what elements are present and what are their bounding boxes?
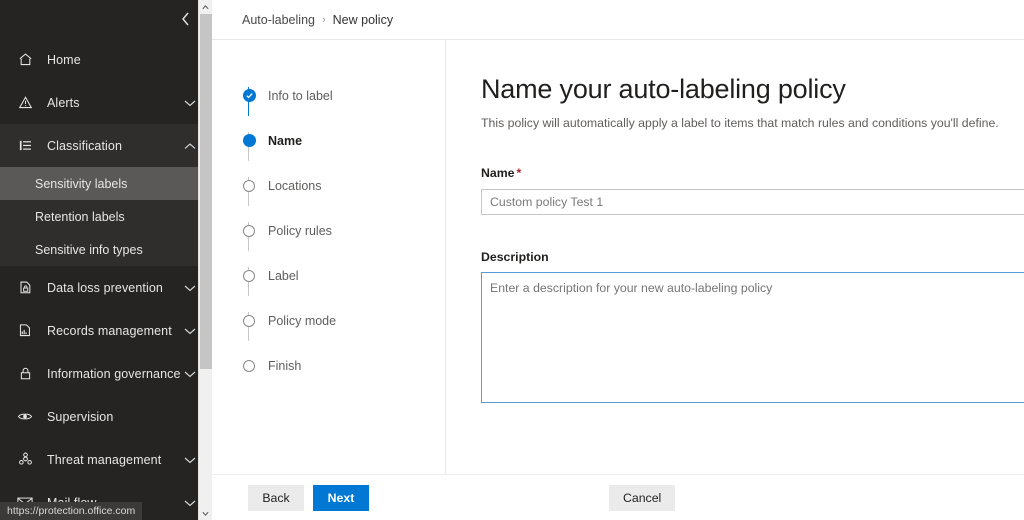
chevron-down-icon[interactable]	[182, 95, 198, 111]
name-field-group: Name *	[481, 164, 1024, 216]
name-input[interactable]	[481, 189, 1024, 216]
sidebar-collapse-row	[0, 0, 212, 38]
content-panel: Name your auto-labeling policy This poli…	[446, 40, 1024, 520]
sidebar-item-label: Records management	[47, 323, 172, 338]
wizard-step-label: Name	[268, 133, 303, 148]
wizard-step-label: Finish	[268, 358, 302, 373]
wizard-step-name[interactable]: Name	[212, 118, 445, 163]
sidebar-item-supervision[interactable]: Supervision	[0, 395, 212, 438]
breadcrumb: Auto-labeling › New policy	[212, 0, 1024, 40]
chevron-up-icon[interactable]	[182, 138, 198, 154]
chevron-left-icon[interactable]	[174, 8, 196, 30]
scroll-down-arrow-icon[interactable]	[199, 506, 212, 520]
chevron-down-icon[interactable]	[182, 452, 198, 468]
wizard-step-label: Policy mode	[268, 313, 337, 328]
chevron-down-icon[interactable]	[182, 323, 198, 339]
sidebar-item-label: Data loss prevention	[47, 280, 163, 295]
scroll-up-arrow-icon[interactable]	[199, 0, 212, 14]
sidebar-item-information-governance[interactable]: Information governance	[0, 352, 212, 395]
wizard-step-label: Info to label	[268, 88, 333, 103]
sidebar-item-alerts[interactable]: Alerts	[0, 81, 212, 124]
sidebar-scrollbar[interactable]	[198, 0, 212, 520]
sidebar-scrollbar-thumb[interactable]	[200, 14, 212, 369]
wizard-step-locations[interactable]: Locations	[212, 163, 445, 208]
sidebar-item-label: Supervision	[47, 409, 114, 424]
sidebar-item-label: Classification	[47, 138, 123, 153]
back-button[interactable]: Back	[248, 484, 304, 511]
chevron-down-icon[interactable]	[182, 280, 198, 296]
wizard-footer: Back Next Cancel	[212, 475, 1024, 520]
wizard-step-label[interactable]: Label	[212, 253, 445, 298]
sidebar-subitem-label: Retention labels	[35, 209, 125, 224]
classification-list-icon	[14, 138, 36, 153]
step-current-icon	[242, 134, 256, 148]
sidebar-item-data-loss-prevention[interactable]: Data loss prevention	[0, 266, 212, 309]
sidebar-item-threat-management[interactable]: Threat management	[0, 438, 212, 481]
step-pending-icon	[242, 314, 256, 328]
records-document-icon	[14, 323, 36, 338]
sidebar-subitem-sensitive-info-types[interactable]: Sensitive info types	[0, 233, 212, 266]
app-root: Home Alerts Classification Sensitivity l…	[0, 0, 1024, 520]
wizard-step-label: Policy rules	[268, 223, 332, 238]
step-pending-icon	[242, 269, 256, 283]
step-pending-icon	[242, 179, 256, 193]
sidebar-subitem-label: Sensitive info types	[35, 242, 143, 257]
sidebar-item-label: Alerts	[47, 95, 80, 110]
padlock-icon	[14, 366, 36, 381]
cancel-button[interactable]: Cancel	[609, 484, 676, 511]
wizard-step-policy-mode[interactable]: Policy mode	[212, 298, 445, 343]
sidebar-subitem-retention-labels[interactable]: Retention labels	[0, 200, 212, 233]
description-field-group: Description	[481, 250, 1024, 408]
alert-triangle-icon	[14, 95, 36, 110]
description-textarea[interactable]	[481, 272, 1024, 404]
next-button[interactable]: Next	[313, 484, 369, 511]
wizard-step-policy-rules[interactable]: Policy rules	[212, 208, 445, 253]
page-title: Name your auto-labeling policy	[481, 74, 846, 104]
sidebar: Home Alerts Classification Sensitivity l…	[0, 0, 212, 520]
document-lock-icon	[14, 280, 36, 295]
step-pending-icon	[242, 359, 256, 373]
sidebar-subitem-label: Sensitivity labels	[35, 176, 128, 191]
sidebar-item-label: Threat management	[47, 452, 162, 467]
breadcrumb-current: New policy	[332, 12, 394, 27]
status-bar-url: https://protection.office.com	[0, 502, 143, 520]
sidebar-subitem-sensitivity-labels[interactable]: Sensitivity labels	[0, 167, 212, 200]
body-area: Info to label Name Locations Policy rule…	[212, 40, 1024, 520]
name-field-label: Name *	[481, 166, 522, 181]
sidebar-item-records-management[interactable]: Records management	[0, 309, 212, 352]
wizard-step-label: Label	[268, 268, 299, 283]
wizard-step-label: Locations	[268, 178, 322, 193]
wizard-step-finish[interactable]: Finish	[212, 343, 445, 388]
sidebar-item-home[interactable]: Home	[0, 38, 212, 81]
step-complete-icon	[242, 89, 256, 103]
step-pending-icon	[242, 224, 256, 238]
biohazard-icon	[14, 452, 36, 467]
chevron-down-icon[interactable]	[182, 495, 198, 511]
wizard-step-info-to-label[interactable]: Info to label	[212, 73, 445, 118]
home-icon	[14, 52, 36, 67]
sidebar-item-label: Home	[47, 52, 81, 67]
page-subtitle: This policy will automatically apply a l…	[481, 116, 999, 131]
breadcrumb-separator-icon: ›	[321, 13, 326, 26]
description-field-label: Description	[481, 250, 549, 265]
chevron-down-icon[interactable]	[182, 366, 198, 382]
sidebar-item-classification[interactable]: Classification	[0, 124, 212, 167]
main-region: Auto-labeling › New policy Info to label…	[212, 0, 1024, 520]
wizard-step-list: Info to label Name Locations Policy rule…	[212, 40, 446, 520]
eye-icon	[14, 409, 36, 424]
breadcrumb-parent-link[interactable]: Auto-labeling	[242, 13, 315, 27]
sidebar-item-label: Information governance	[47, 366, 181, 381]
required-mark: *	[516, 166, 522, 181]
